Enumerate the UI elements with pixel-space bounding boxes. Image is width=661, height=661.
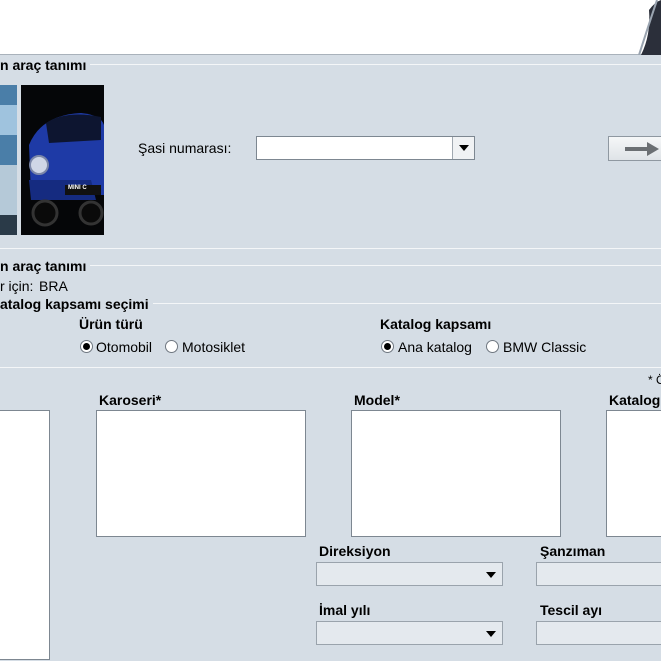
registration-month-label: Tescil ayı [540, 602, 603, 618]
transmission-select[interactable] [536, 562, 661, 586]
vin-submit-button[interactable] [608, 136, 661, 161]
vin-input[interactable] [257, 137, 452, 159]
radio-otomobil-label[interactable]: Otomobil [96, 339, 152, 355]
radio-ana-katalog-label[interactable]: Ana katalog [398, 339, 472, 355]
production-year-select[interactable] [316, 621, 503, 645]
car-image-left [0, 85, 17, 235]
market-value: BRA [39, 278, 68, 294]
vin-section-title: n araç tanımı [0, 57, 91, 73]
vin-combobox[interactable] [256, 136, 475, 160]
vin-dropdown-button[interactable] [452, 137, 474, 159]
chevron-down-icon [486, 572, 496, 578]
radio-otomobil[interactable] [80, 340, 93, 353]
top-banner [0, 0, 661, 55]
transmission-label: Şanzıman [540, 543, 606, 559]
radio-bmw-classic[interactable] [486, 340, 499, 353]
catalog-scope-label: Katalog kapsamı [380, 316, 492, 332]
car-badge-text: MINI C [68, 185, 87, 191]
vin-section-rule [0, 64, 661, 65]
required-note: * Ö [648, 373, 661, 387]
model-list[interactable] [351, 410, 561, 537]
steering-label: Direksiyon [319, 543, 391, 559]
vin-section-bottom-rule [0, 248, 661, 249]
car-image-mini: MINI C [21, 85, 104, 235]
filters-section-rule [0, 367, 661, 368]
body-list[interactable] [96, 410, 306, 537]
production-year-label: İmal yılı [319, 602, 371, 618]
steering-select[interactable] [316, 562, 503, 586]
body-label: Karoseri* [99, 392, 162, 408]
product-type-label: Ürün türü [79, 316, 143, 332]
radio-motosiklet-label[interactable]: Motosiklet [182, 339, 245, 355]
catalog-section-title: atalog kapsamı seçimi [0, 296, 153, 312]
banner-corner-graphic [638, 0, 661, 55]
series-list[interactable] [0, 410, 50, 660]
vin-label: Şasi numarası: [138, 140, 232, 156]
catalog-list[interactable] [606, 410, 661, 537]
catalog-label: Katalog [609, 392, 661, 408]
arrow-right-icon [625, 142, 659, 156]
market-label: r için: [0, 278, 34, 294]
radio-ana-katalog[interactable] [381, 340, 394, 353]
vehicle-section-rule [0, 265, 661, 266]
radio-bmw-classic-label[interactable]: BMW Classic [503, 339, 586, 355]
registration-month-select[interactable] [536, 621, 661, 645]
radio-motosiklet[interactable] [165, 340, 178, 353]
model-label: Model* [354, 392, 400, 408]
vehicle-section-title: n araç tanımı [0, 258, 91, 274]
chevron-down-icon [486, 631, 496, 637]
